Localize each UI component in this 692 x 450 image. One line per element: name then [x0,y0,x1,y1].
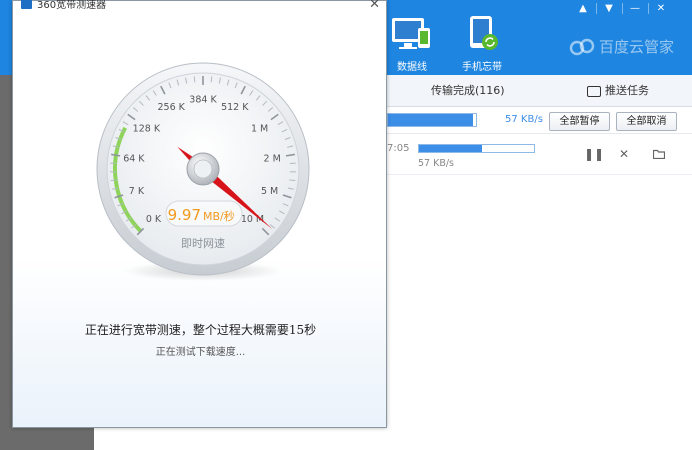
data-cable-label: 数据线 [397,62,427,73]
phone-forgot-button[interactable]: 手机忘带 [452,14,512,73]
brand-name: 百度云管家 [599,38,675,56]
transfer-toolbar: 57 KB/s 全部暂停 全部取消 [387,108,692,134]
minor-tick [210,76,213,83]
tab-transfer-done[interactable]: 传输完成(116) [431,75,505,107]
reading-unit: MB/秒 [203,209,235,223]
task-progress-bar [418,144,535,153]
speed-gauge: 0 K7 K64 K128 K256 K384 K512 K1 M2 M5 M1… [96,62,310,281]
pause-all-button[interactable]: 全部暂停 [549,112,610,131]
brand: 百度云管家 [569,36,674,57]
total-progress-fill [388,114,474,126]
monitor-phone-icon [392,18,430,49]
tick-label: 2 M [264,154,281,165]
task-time: 7:05 [387,143,410,154]
total-speed: 57 KB/s [505,114,543,125]
tick-label: 1 M [251,123,268,134]
tab-push-task[interactable]: 推送任务 [587,75,649,107]
divider [596,3,597,14]
speed-test-dialog: 360宽带测速器 ✕ 0 K7 K 64 K 128 K 256 K 384 K… [12,0,387,428]
tick-label: 0 K [146,214,162,225]
folder-icon[interactable] [653,149,665,159]
baidu-cloud-logo-icon [569,38,595,55]
tick-label: 512 K [221,102,249,113]
app-logo-icon [21,0,32,9]
tab-push-task-label: 推送任务 [605,84,649,97]
tick-label: 256 K [158,102,186,113]
tablet-sync-icon [470,16,498,50]
close-button[interactable]: ✕ [650,2,672,16]
divider [648,3,649,14]
gauge-caption: 即时网速 [181,237,225,250]
gauge-hub-cap [193,159,213,179]
cancel-icon[interactable]: ✕ [619,147,629,161]
dialog-title-text: 360宽带测速器 [37,0,107,11]
tick-label: 7 K [129,186,145,197]
transfer-tabs: 传输完成(116) 推送任务 [387,75,692,107]
dialog-title: 360宽带测速器 [21,0,106,11]
tick-label: 5 M [261,186,278,197]
cancel-all-button[interactable]: 全部取消 [616,112,677,131]
reading-value: 9.97 [168,206,201,224]
tick-label: 128 K [133,123,161,134]
tick-label: 384 K [189,95,217,106]
phone-forgot-label: 手机忘带 [462,62,502,73]
status-detail: 正在测试下载速度... [155,347,246,358]
divider [622,3,623,14]
task-progress-fill [419,145,483,152]
data-cable-button[interactable]: 数据线 [382,14,442,73]
skin-icon[interactable]: ▲ [572,2,594,16]
status-message: 正在进行宽带测速，整个过程大概需要15秒 [84,323,317,337]
pause-icon[interactable]: ❚❚ [584,147,604,161]
task-row[interactable]: 7:05 57 KB/s ❚❚ ✕ [387,135,692,175]
total-progress-bar [387,113,477,127]
minimize-button[interactable]: — [624,2,646,16]
menu-dropdown-icon[interactable]: ▼ [598,2,620,16]
tick-label: 64 K [123,154,145,165]
dialog-close-button[interactable]: ✕ [369,0,380,12]
task-speed: 57 KB/s [418,158,455,169]
minor-tick [193,76,196,83]
tv-icon [587,85,601,97]
